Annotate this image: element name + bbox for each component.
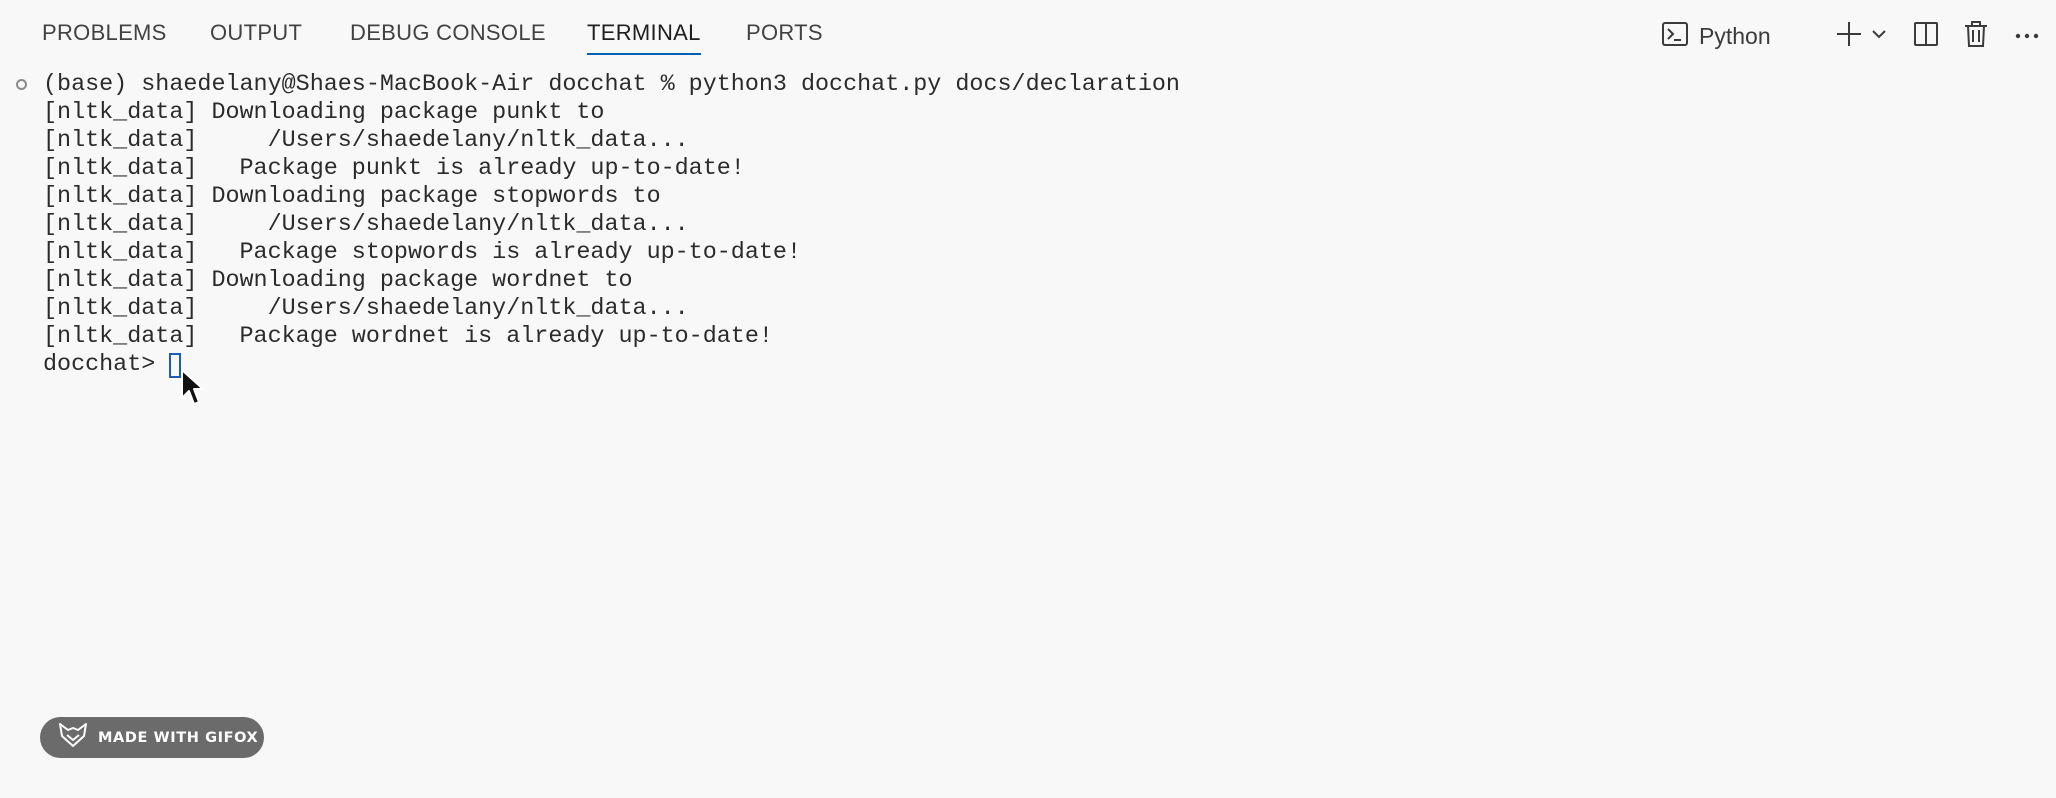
new-terminal-button[interactable] — [1832, 14, 1866, 58]
gifox-label: MADE WITH GIFOX — [98, 729, 259, 746]
terminal-profile-label: Python — [1699, 22, 1771, 49]
terminal-line: [nltk_data] Package wordnet is already u… — [43, 324, 773, 350]
active-tab-indicator — [587, 53, 701, 55]
terminal-line: [nltk_data] /Users/shaedelany/nltk_data.… — [43, 212, 689, 238]
tab-terminal[interactable]: TERMINAL — [587, 20, 701, 55]
terminal-line: [nltk_data] Downloading package punkt to — [43, 100, 605, 126]
chevron-down-icon — [1871, 26, 1887, 47]
terminal-line: [nltk_data] Package stopwords is already… — [43, 240, 801, 266]
split-terminal-icon — [1913, 21, 1939, 52]
tab-ports[interactable]: PORTS — [746, 20, 823, 46]
split-terminal-button[interactable] — [1909, 14, 1943, 58]
terminal-launch-dropdown[interactable] — [1867, 14, 1891, 58]
tab-terminal-label: TERMINAL — [587, 20, 701, 45]
terminal-line: [nltk_data] Downloading package stopword… — [43, 184, 661, 210]
terminal-profile-button[interactable]: Python — [1661, 14, 1801, 58]
panel-tab-bar: PROBLEMS OUTPUT DEBUG CONSOLE TERMINAL P… — [0, 0, 2056, 70]
kill-terminal-button[interactable] — [1959, 14, 1993, 58]
gifox-watermark: MADE WITH GIFOX — [40, 717, 264, 758]
terminal-line: [nltk_data] /Users/shaedelany/nltk_data.… — [43, 296, 689, 322]
fox-logo-icon — [58, 722, 88, 753]
terminal-icon — [1661, 20, 1689, 53]
plus-icon — [1835, 20, 1863, 53]
ellipsis-icon — [2014, 27, 2040, 45]
mouse-pointer-icon — [180, 368, 204, 408]
terminal-prompt: docchat> — [43, 352, 170, 378]
tab-output[interactable]: OUTPUT — [210, 20, 302, 46]
trash-icon — [1963, 20, 1989, 53]
tab-problems[interactable]: PROBLEMS — [42, 20, 167, 46]
terminal-line: (base) shaedelany@Shaes-MacBook-Air docc… — [43, 72, 1180, 98]
tab-debug-console[interactable]: DEBUG CONSOLE — [350, 20, 546, 46]
terminal-line: [nltk_data] Package punkt is already up-… — [43, 156, 745, 182]
terminal-line: [nltk_data] /Users/shaedelany/nltk_data.… — [43, 128, 689, 154]
terminal-line: [nltk_data] Downloading package wordnet … — [43, 268, 633, 294]
more-actions-button[interactable] — [2010, 14, 2044, 58]
command-status-icon[interactable] — [16, 79, 27, 90]
